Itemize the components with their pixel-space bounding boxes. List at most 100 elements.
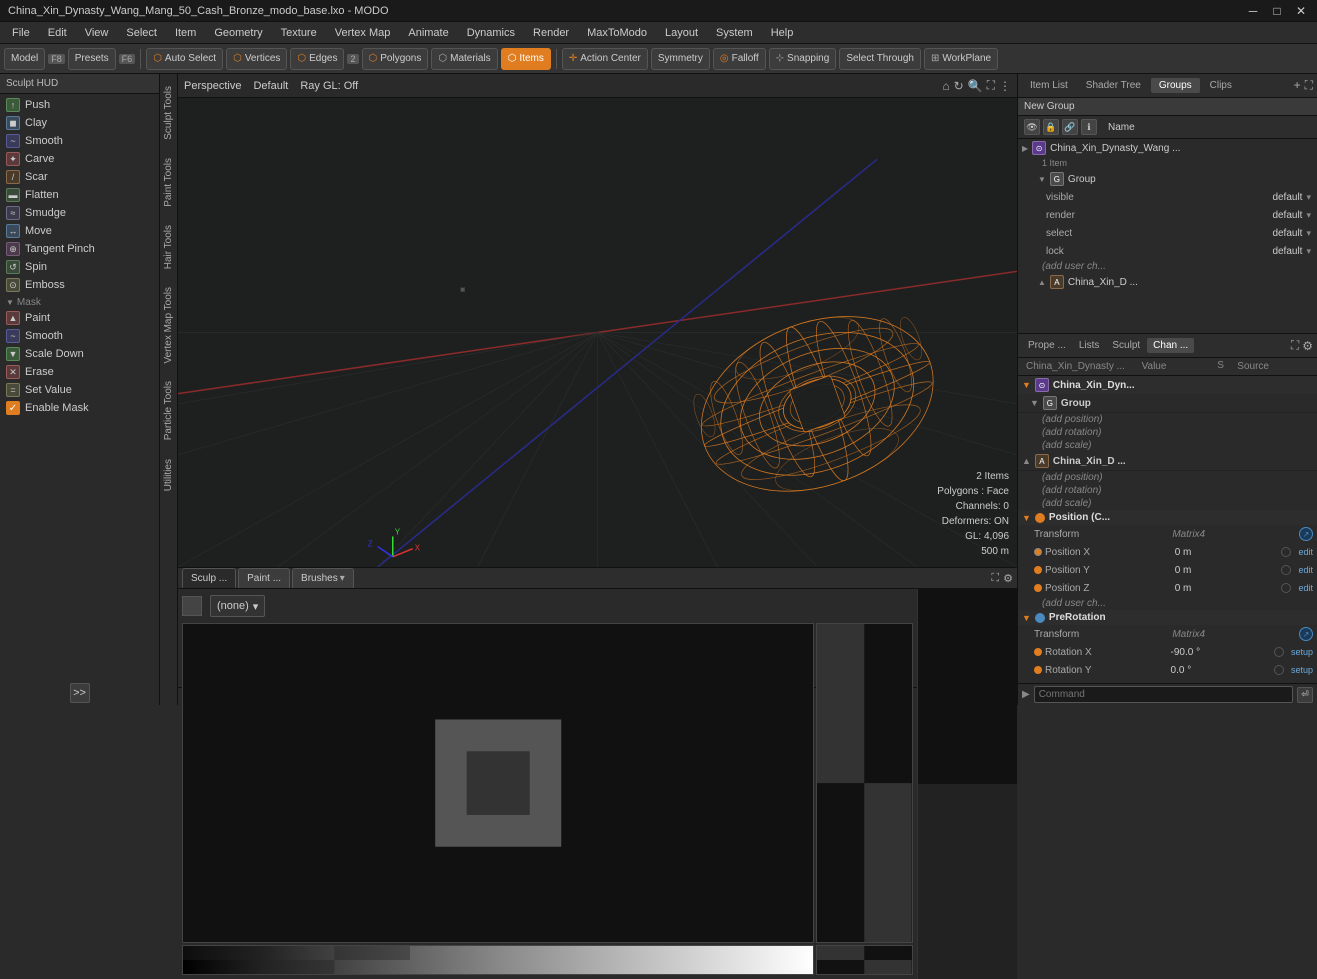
viewport-dots-icon[interactable]: ⋮: [999, 79, 1011, 93]
pos-x-edit[interactable]: edit: [1298, 547, 1313, 557]
menu-dynamics[interactable]: Dynamics: [459, 25, 523, 41]
pos-z-edit[interactable]: edit: [1298, 583, 1313, 593]
props-root-header[interactable]: ▼ ⊙ China_Xin_Dyn...: [1018, 376, 1317, 394]
sculpt-tab[interactable]: Sculp ...: [182, 568, 236, 588]
vertex-map-tools-tab[interactable]: Vertex Map Tools: [161, 279, 176, 372]
select-through-button[interactable]: Select Through: [839, 48, 921, 70]
minimize-button[interactable]: ─: [1245, 4, 1261, 18]
hair-tools-tab[interactable]: Hair Tools: [161, 217, 176, 277]
right-bottom-settings-icon[interactable]: ⚙: [1302, 339, 1313, 353]
tool-scale-down[interactable]: ▼ Scale Down: [0, 345, 159, 363]
tool-set-value[interactable]: = Set Value: [0, 381, 159, 399]
polygons-button[interactable]: ⬡ Polygons: [362, 48, 429, 70]
tool-smudge[interactable]: ≈ Smudge: [0, 204, 159, 222]
right-panel-expand-icon[interactable]: ⛶: [1305, 78, 1313, 93]
menu-select[interactable]: Select: [118, 25, 165, 41]
groups-tab[interactable]: Groups: [1151, 78, 1200, 93]
menu-layout[interactable]: Layout: [657, 25, 706, 41]
menu-view[interactable]: View: [77, 25, 117, 41]
props-group-header[interactable]: ▼ G Group: [1018, 394, 1317, 413]
menu-geometry[interactable]: Geometry: [206, 25, 270, 41]
clips-tab[interactable]: Clips: [1202, 78, 1240, 93]
shader-tree-tab[interactable]: Shader Tree: [1078, 78, 1149, 93]
vertices-button[interactable]: ⬡ Vertices: [226, 48, 287, 70]
default-label[interactable]: Default: [253, 80, 288, 92]
list-item-root[interactable]: ▶ ⊙ China_Xin_Dynasty_Wang ...: [1018, 139, 1317, 157]
viewport-rotate-icon[interactable]: ↻: [954, 79, 964, 93]
rot-x-setup[interactable]: setup: [1291, 647, 1313, 657]
channels-tab[interactable]: Chan ...: [1147, 338, 1194, 353]
rot-y-setup[interactable]: setup: [1291, 665, 1313, 675]
pos-z-radio[interactable]: [1281, 583, 1291, 593]
workplane-button[interactable]: ⊞ WorkPlane: [924, 48, 998, 70]
raygl-label[interactable]: Ray GL: Off: [300, 80, 358, 92]
prerotation-matrix-icon[interactable]: ↗: [1299, 627, 1313, 641]
tool-scar[interactable]: / Scar: [0, 168, 159, 186]
menu-texture[interactable]: Texture: [273, 25, 325, 41]
edges-button[interactable]: ⬡ Edges: [290, 48, 344, 70]
info-icon[interactable]: ℹ: [1081, 119, 1097, 135]
model-mode-button[interactable]: Model: [4, 48, 45, 70]
rot-x-radio[interactable]: [1274, 647, 1284, 657]
expand-tools-button[interactable]: >>: [70, 683, 90, 703]
list-item-china[interactable]: ▲ A China_Xin_D ...: [1018, 273, 1317, 291]
link-icon[interactable]: 🔗: [1062, 119, 1078, 135]
snapping-button[interactable]: ⊹ Snapping: [769, 48, 837, 70]
sculpt-tools-tab[interactable]: Sculpt Tools: [161, 78, 176, 148]
viewport-search-icon[interactable]: 🔍: [968, 79, 983, 93]
position-section-header[interactable]: ▼ Position (C...: [1018, 510, 1317, 525]
vp-bottom-settings-icon[interactable]: ⚙: [1003, 572, 1013, 585]
items-button[interactable]: ⬡ Items: [501, 48, 551, 70]
pos-x-radio[interactable]: [1281, 547, 1291, 557]
command-input[interactable]: [1034, 686, 1293, 703]
tool-emboss[interactable]: ⊙ Emboss: [0, 276, 159, 294]
tool-push[interactable]: ↑ Push: [0, 96, 159, 114]
enable-mask-checkbox[interactable]: ✓: [6, 401, 20, 415]
tool-enable-mask[interactable]: ✓ Enable Mask: [0, 399, 159, 417]
materials-button[interactable]: ⬡ Materials: [431, 48, 497, 70]
menu-animate[interactable]: Animate: [400, 25, 456, 41]
tool-smooth[interactable]: ~ Smooth: [0, 132, 159, 150]
menu-system[interactable]: System: [708, 25, 761, 41]
tool-carve[interactable]: ✦ Carve: [0, 150, 159, 168]
auto-select-button[interactable]: ⬡ Auto Select: [146, 48, 223, 70]
symmetry-button[interactable]: Symmetry: [651, 48, 710, 70]
tool-paint[interactable]: ▲ Paint: [0, 309, 159, 327]
falloff-button[interactable]: ◎ Falloff: [713, 48, 766, 70]
3d-viewport[interactable]: X Y Z 2 Items Polygons : Face Channels: …: [178, 98, 1017, 567]
maximize-button[interactable]: □: [1269, 4, 1285, 18]
rot-y-radio[interactable]: [1274, 665, 1284, 675]
menu-edit[interactable]: Edit: [40, 25, 75, 41]
tool-spin[interactable]: ↺ Spin: [0, 258, 159, 276]
right-panel-plus-icon[interactable]: +: [1294, 78, 1301, 93]
command-submit-icon[interactable]: ⏎: [1297, 687, 1313, 703]
menu-file[interactable]: File: [4, 25, 38, 41]
props-china-header[interactable]: ▲ A China_Xin_D ...: [1018, 452, 1317, 471]
close-button[interactable]: ✕: [1293, 4, 1309, 18]
eye-icon[interactable]: 👁: [1024, 119, 1040, 135]
menu-vertexmap[interactable]: Vertex Map: [327, 25, 399, 41]
utilities-tab[interactable]: Utilities: [161, 451, 176, 499]
menu-help[interactable]: Help: [763, 25, 802, 41]
brushes-dropdown-arrow[interactable]: ▾: [340, 573, 345, 584]
action-center-button[interactable]: ✛ Action Center: [562, 48, 648, 70]
menu-maxtomodo[interactable]: MaxToModo: [579, 25, 655, 41]
prerotation-header[interactable]: ▼ PreRotation: [1018, 610, 1317, 625]
properties-tab[interactable]: Prope ...: [1022, 338, 1072, 353]
tool-tangent-pinch[interactable]: ⊕ Tangent Pinch: [0, 240, 159, 258]
viewport-expand-icon[interactable]: ⛶: [987, 78, 995, 93]
lock-header-icon[interactable]: 🔒: [1043, 119, 1059, 135]
none-dropdown[interactable]: (none) ▾: [210, 595, 265, 617]
right-bottom-expand-icon[interactable]: ⛶: [1291, 338, 1299, 353]
tool-smooth-mask[interactable]: ~ Smooth: [0, 327, 159, 345]
tool-flatten[interactable]: ▬ Flatten: [0, 186, 159, 204]
tool-clay[interactable]: ◼ Clay: [0, 114, 159, 132]
tool-erase[interactable]: ✕ Erase: [0, 363, 159, 381]
viewport-home-icon[interactable]: ⌂: [942, 79, 949, 93]
matrix-link-icon[interactable]: ↗: [1299, 527, 1313, 541]
presets-button[interactable]: Presets: [68, 48, 116, 70]
item-list-tab[interactable]: Item List: [1022, 78, 1076, 93]
perspective-label[interactable]: Perspective: [184, 80, 241, 92]
tool-move[interactable]: ↔ Move: [0, 222, 159, 240]
vp-bottom-expand-icon[interactable]: ⛶: [991, 572, 999, 585]
